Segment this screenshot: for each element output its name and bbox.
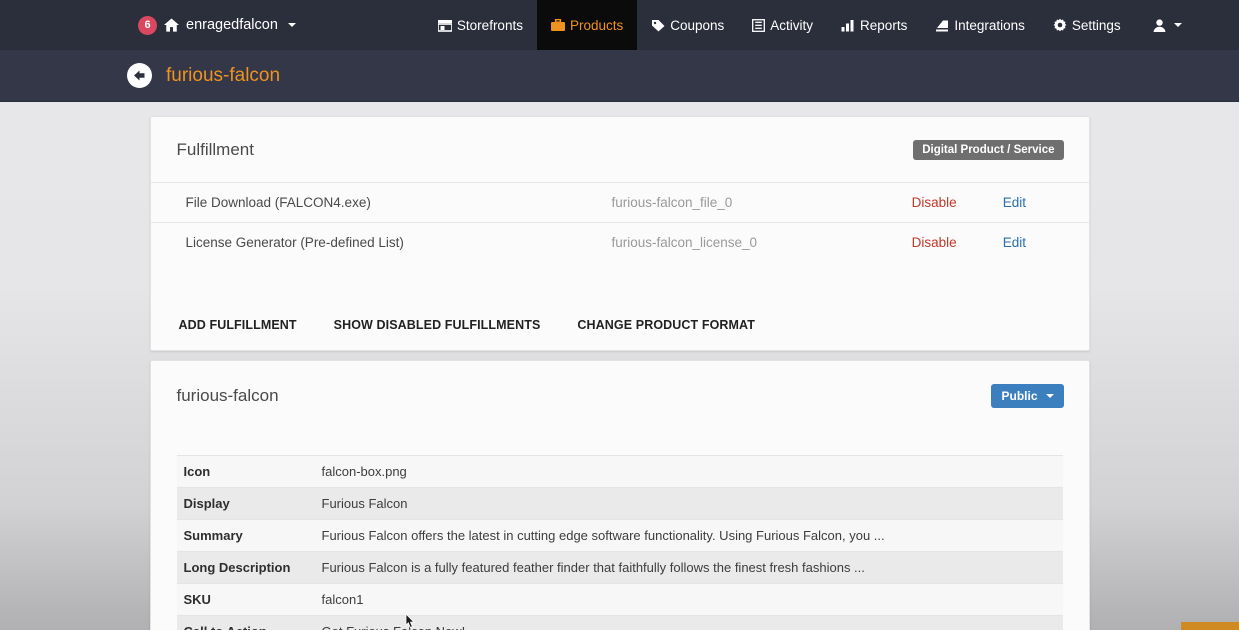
add-fulfillment-button[interactable]: ADD FULFILLMENT [179,318,297,332]
home-icon [164,18,179,32]
plug-icon [935,19,949,32]
detail-key: Call to Action [177,616,322,630]
main-nav: Storefronts Products Coupons Activity Re [424,0,1196,50]
fulfillment-name: File Download (FALCON4.exe) [185,195,371,210]
table-row: Call to Action Get Furious Falcon Now! [176,615,1063,630]
product-detail-card: furious-falcon Public Icon falcon-box.pn… [149,360,1090,630]
detail-value: falcon1 [321,592,364,607]
fulfillment-identifier: furious-falcon_license_0 [611,235,758,250]
edit-link[interactable]: Edit [1003,195,1026,210]
detail-value: Furious Falcon is a fully featured feath… [321,560,865,575]
user-menu[interactable] [1135,0,1196,50]
nav-item-activity[interactable]: Activity [738,0,827,50]
briefcase-icon [550,18,565,32]
table-row: Display Furious Falcon [176,487,1063,520]
table-row: Long Description Furious Falcon is a ful… [176,551,1063,584]
detail-key: Display [183,496,230,511]
brand-name: enragedfalcon [186,17,278,33]
page-subheader: furious-falcon [0,50,1239,102]
table-row: File Download (FALCON4.exe) furious-falc… [150,182,1089,223]
show-disabled-fulfillments-button[interactable]: SHOW DISABLED FULFILLMENTS [334,318,541,332]
disable-link[interactable]: Disable [912,195,957,210]
notification-badge[interactable]: 6 [138,15,157,35]
user-icon [1153,18,1166,32]
nav-item-reports[interactable]: Reports [827,0,921,50]
visibility-label: Public [1001,389,1038,403]
nav-label: Activity [770,17,814,33]
page-content: Fulfillment Digital Product / Service Fi… [0,102,1239,630]
table-row: Icon falcon-box.png [176,455,1063,488]
nav-item-coupons[interactable]: Coupons [637,0,738,50]
detail-value: Furious Falcon [321,496,408,511]
fulfillment-name: License Generator (Pre-defined List) [185,235,404,250]
chevron-down-icon [287,23,296,27]
nav-item-storefronts[interactable]: Storefronts [424,0,537,50]
bottom-accent-strip [1181,622,1239,630]
detail-key: Long Description [183,560,291,575]
disable-link[interactable]: Disable [912,235,957,250]
fulfillment-card: Fulfillment Digital Product / Service Fi… [149,116,1090,351]
tag-icon [651,19,665,32]
visibility-dropdown[interactable]: Public [991,384,1064,408]
chevron-down-icon [1045,394,1054,398]
fulfillment-card-header: Fulfillment Digital Product / Service [151,117,1089,180]
fulfillment-title: Fulfillment [176,140,254,159]
back-button[interactable] [127,63,152,88]
detail-value: falcon-box.png [321,464,407,479]
fulfillment-identifier: furious-falcon_file_0 [611,195,733,210]
top-navbar: 6 enragedfalcon Storefronts Products Cou… [0,0,1239,50]
nav-item-products[interactable]: Products [536,0,638,50]
product-format-badge: Digital Product / Service [913,140,1064,160]
product-detail-table: Icon falcon-box.png Display Furious Falc… [176,455,1063,630]
table-row: SKU falcon1 [176,583,1063,616]
bar-chart-icon [841,19,855,32]
change-product-format-button[interactable]: CHANGE PRODUCT FORMAT [577,318,755,332]
nav-label: Settings [1071,17,1121,33]
table-row: License Generator (Pre-defined List) fur… [150,222,1089,263]
fulfillment-actions: ADD FULFILLMENT SHOW DISABLED FULFILLMEN… [151,262,1089,350]
nav-label: Reports [860,17,908,33]
nav-item-settings[interactable]: Settings [1039,0,1135,50]
nav-label: Storefronts [456,17,523,33]
nav-item-integrations[interactable]: Integrations [921,0,1039,50]
nav-label: Products [569,17,624,33]
fulfillment-table: File Download (FALCON4.exe) furious-falc… [150,182,1089,263]
back-arrow-icon [134,70,145,81]
gear-icon [1053,18,1067,32]
detail-value: Furious Falcon offers the latest in cutt… [321,528,885,543]
edit-link[interactable]: Edit [1003,235,1026,250]
detail-key: Icon [183,464,211,479]
table-row: Summary Furious Falcon offers the latest… [176,519,1063,552]
page-title: furious-falcon [166,64,281,86]
nav-label: Integrations [954,17,1025,33]
storefront-icon [437,19,452,32]
nav-label: Coupons [670,17,725,33]
detail-key: Summary [183,528,243,543]
brand-menu[interactable]: 6 enragedfalcon [138,0,306,50]
chevron-down-icon [1173,23,1182,27]
product-detail-wrapper: Icon falcon-box.png Display Furious Falc… [151,428,1089,630]
detail-value: Get Furious Falcon Now! [322,616,1063,630]
list-icon [752,18,766,32]
detail-key: SKU [183,592,211,607]
product-title: furious-falcon [176,386,279,405]
product-card-header: furious-falcon Public [151,361,1089,428]
